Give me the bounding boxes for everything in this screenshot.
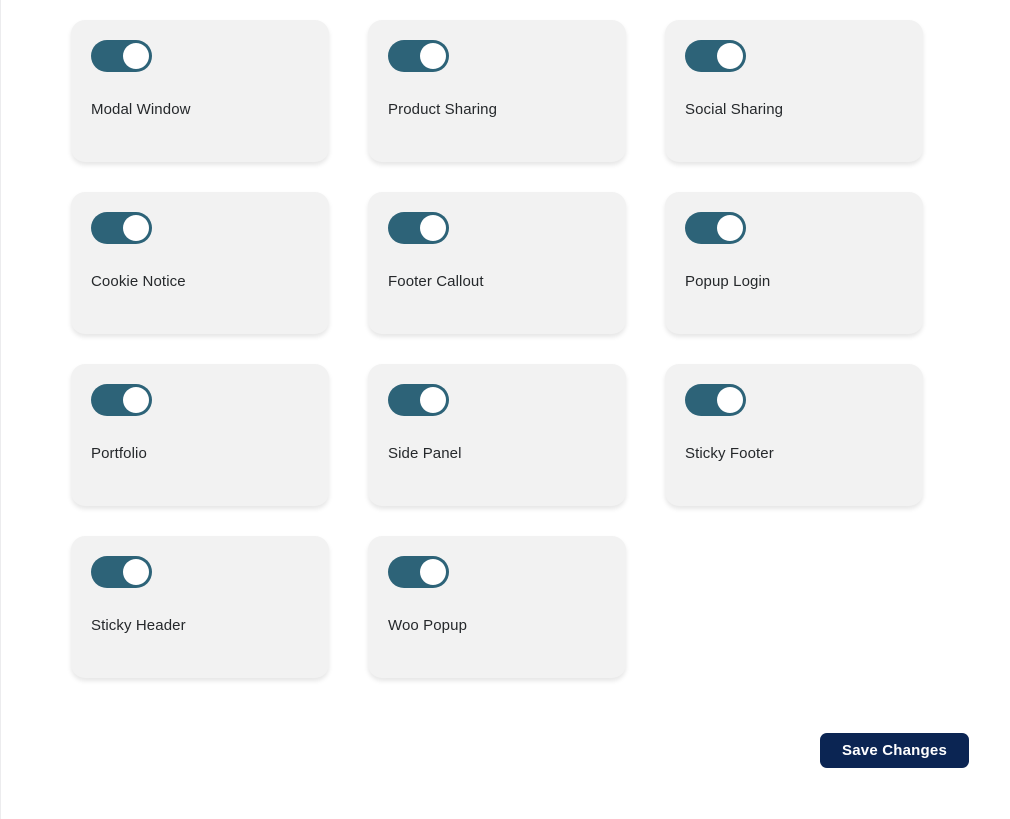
toggle-card-empty-slot xyxy=(665,536,923,678)
toggle-knob-icon xyxy=(123,559,149,585)
toggle-knob-icon xyxy=(717,43,743,69)
toggle-card-grid: Modal Window Product Sharing Social Sharin… xyxy=(71,20,925,678)
toggle-card-footer-callout: Footer Callout xyxy=(368,192,626,334)
toggle-label-side-panel: Side Panel xyxy=(388,445,462,462)
toggle-label-social-sharing: Social Sharing xyxy=(685,101,784,118)
toggle-knob-icon xyxy=(123,215,149,241)
toggle-switch-side-panel[interactable] xyxy=(388,384,449,416)
toggle-switch-product-sharing[interactable] xyxy=(388,40,449,72)
toggle-card-product-sharing: Product Sharing xyxy=(368,20,626,162)
toggle-knob-icon xyxy=(717,215,743,241)
toggle-card-sticky-footer: Sticky Footer xyxy=(665,364,923,506)
toggle-knob-icon xyxy=(123,43,149,69)
toggle-label-product-sharing: Product Sharing xyxy=(388,101,498,118)
toggle-switch-popup-login[interactable] xyxy=(685,212,746,244)
toggle-card-modal-window: Modal Window xyxy=(71,20,329,162)
toggle-switch-sticky-header[interactable] xyxy=(91,556,152,588)
toggle-switch-sticky-footer[interactable] xyxy=(685,384,746,416)
toggle-label-popup-login: Popup Login xyxy=(685,273,771,290)
toggle-switch-social-sharing[interactable] xyxy=(685,40,746,72)
toggle-label-sticky-footer: Sticky Footer xyxy=(685,445,774,462)
toggle-label-cookie-notice: Cookie Notice xyxy=(91,273,186,290)
toggle-label-footer-callout: Footer Callout xyxy=(388,273,484,290)
toggle-switch-modal-window[interactable] xyxy=(91,40,152,72)
toggle-switch-portfolio[interactable] xyxy=(91,384,152,416)
toggle-knob-icon xyxy=(717,387,743,413)
save-changes-button[interactable]: Save Changes xyxy=(820,733,969,768)
toggle-label-portfolio: Portfolio xyxy=(91,445,147,462)
footer-actions: Save Changes xyxy=(71,733,969,768)
toggle-card-sticky-header: Sticky Header xyxy=(71,536,329,678)
toggle-knob-icon xyxy=(123,387,149,413)
toggle-card-popup-login: Popup Login xyxy=(665,192,923,334)
toggle-knob-icon xyxy=(420,43,446,69)
toggle-label-woo-popup: Woo Popup xyxy=(388,617,468,634)
toggle-card-portfolio: Portfolio xyxy=(71,364,329,506)
toggle-switch-footer-callout[interactable] xyxy=(388,212,449,244)
toggle-knob-icon xyxy=(420,559,446,585)
toggle-card-cookie-notice: Cookie Notice xyxy=(71,192,329,334)
toggle-label-modal-window: Modal Window xyxy=(91,101,191,118)
toggle-switch-cookie-notice[interactable] xyxy=(91,212,152,244)
toggle-knob-icon xyxy=(420,387,446,413)
toggle-knob-icon xyxy=(420,215,446,241)
settings-page: Modal Window Product Sharing Social Sharin… xyxy=(0,0,1010,819)
toggle-card-woo-popup: Woo Popup xyxy=(368,536,626,678)
toggle-label-sticky-header: Sticky Header xyxy=(91,617,186,634)
toggle-card-side-panel: Side Panel xyxy=(368,364,626,506)
toggle-card-social-sharing: Social Sharing xyxy=(665,20,923,162)
toggle-switch-woo-popup[interactable] xyxy=(388,556,449,588)
